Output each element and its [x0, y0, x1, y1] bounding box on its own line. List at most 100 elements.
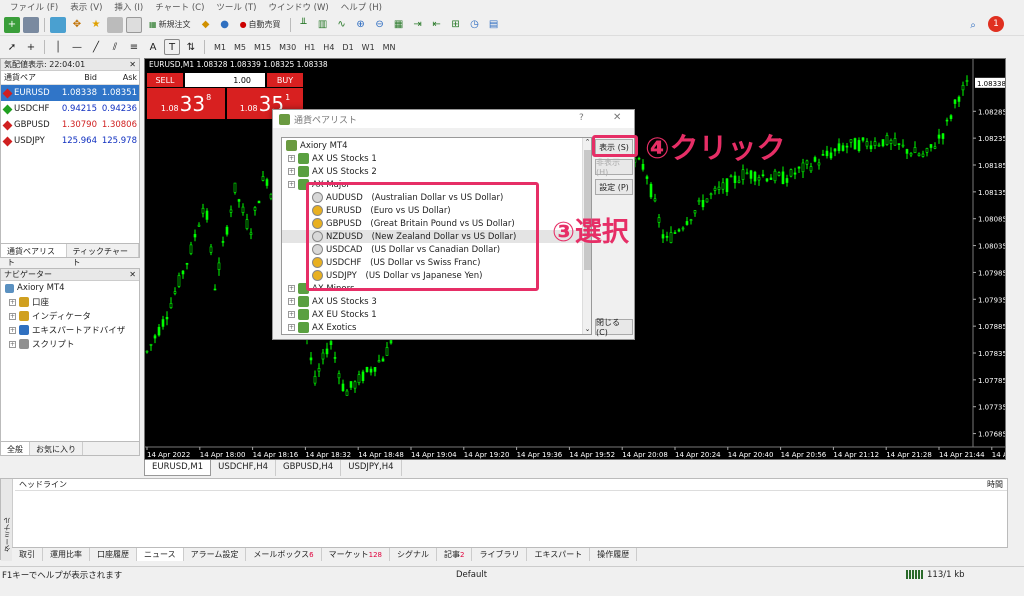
channel-icon[interactable]: ⫽	[107, 39, 123, 55]
horizontal-line-icon[interactable]: —	[69, 39, 85, 55]
metaeditor-icon[interactable]: ◆	[198, 17, 214, 33]
chart-tab[interactable]: GBPUSD,H4	[276, 460, 341, 476]
expand-icon[interactable]: +	[288, 324, 295, 331]
timeframe-M15[interactable]: M15	[250, 39, 275, 55]
tree-root[interactable]: Axiory MT4	[282, 139, 591, 152]
cursor-icon[interactable]: ➚	[4, 39, 20, 55]
timeframe-M1[interactable]: M1	[210, 39, 230, 55]
buy-button[interactable]: BUY	[267, 73, 303, 87]
close-icon[interactable]: ✕	[129, 60, 136, 69]
crosshair-icon[interactable]: +	[23, 39, 39, 55]
volume-field[interactable]: 1.00	[185, 73, 265, 87]
scroll-down-icon[interactable]: ⌄	[583, 325, 592, 333]
navigator-item[interactable]: +インディケータ	[1, 309, 139, 323]
expand-icon[interactable]: +	[9, 341, 16, 348]
chart-shift-icon[interactable]: ⇤	[429, 17, 445, 33]
menu-item[interactable]: 挿入 (I)	[108, 1, 149, 13]
col-symbol[interactable]: 通貨ペア	[1, 72, 61, 83]
data-window-icon[interactable]: ✥	[69, 17, 85, 33]
tree-group[interactable]: +AX Exotics	[282, 321, 591, 334]
navigator-item[interactable]: +スクリプト	[1, 337, 139, 351]
tree-group[interactable]: +AX US Stocks 3	[282, 295, 591, 308]
tree-group[interactable]: +AX EU Stocks 1	[282, 308, 591, 321]
terminal-tab[interactable]: 記事2	[437, 548, 472, 561]
tester-icon[interactable]	[126, 17, 142, 33]
sell-button[interactable]: SELL	[147, 73, 183, 87]
timeframe-M5[interactable]: M5	[230, 39, 250, 55]
terminal-tab[interactable]: シグナル	[390, 548, 437, 561]
col-headline[interactable]: ヘッドライン	[19, 479, 67, 490]
chart-tab[interactable]: USDJPY,H4	[341, 460, 401, 476]
text-tool[interactable]: A	[145, 39, 161, 55]
terminal-tab[interactable]: 口座履歴	[90, 548, 137, 561]
zoom-in-icon[interactable]: ⊕	[353, 17, 369, 33]
market-watch-icon[interactable]	[50, 17, 66, 33]
expand-icon[interactable]: +	[288, 285, 295, 292]
timeframe-M30[interactable]: M30	[275, 39, 300, 55]
terminal-tab[interactable]: メールボックス6	[246, 548, 321, 561]
vertical-line-icon[interactable]: │	[50, 39, 66, 55]
menu-item[interactable]: チャート (C)	[149, 1, 210, 13]
expand-icon[interactable]: +	[9, 327, 16, 334]
market-row[interactable]: USDCHF0.942150.94236	[1, 101, 139, 117]
notifications-badge[interactable]: 1	[988, 16, 1004, 32]
line-chart-icon[interactable]: ∿	[334, 17, 350, 33]
terminal-tab[interactable]: エキスパート	[527, 548, 590, 561]
navigator-root[interactable]: Axiory MT4	[1, 281, 139, 295]
tab-tick-chart[interactable]: ティックチャート	[67, 244, 140, 257]
hide-button[interactable]: 非表示 (H)	[595, 159, 633, 175]
navigator-icon[interactable]: ★	[88, 17, 104, 33]
search-icon[interactable]: ⌕	[965, 17, 981, 33]
timeframe-H1[interactable]: H1	[300, 39, 319, 55]
tile-windows-icon[interactable]: ▦	[391, 17, 407, 33]
terminal-tab[interactable]: アラーム設定	[184, 548, 247, 561]
new-chart-icon[interactable]: +	[4, 17, 20, 33]
col-bid[interactable]: Bid	[61, 73, 99, 82]
expand-icon[interactable]: +	[288, 155, 295, 162]
tab-favorites[interactable]: お気に入り	[30, 442, 83, 455]
terminal-tab[interactable]: 操作履歴	[590, 548, 637, 561]
market-row[interactable]: USDJPY125.964125.978	[1, 133, 139, 149]
close-button[interactable]: 閉じる (C)	[595, 319, 633, 335]
terminal-tab[interactable]: 運用比率	[43, 548, 90, 561]
menu-item[interactable]: ウインドウ (W)	[262, 1, 334, 13]
terminal-tab[interactable]: ニュース	[137, 548, 184, 561]
menu-item[interactable]: 表示 (V)	[64, 1, 108, 13]
expand-icon[interactable]: +	[288, 311, 295, 318]
expand-icon[interactable]: +	[288, 181, 295, 188]
tree-group[interactable]: +AX US Stocks 2	[282, 165, 591, 178]
chart-tab[interactable]: EURUSD,M1	[144, 460, 211, 476]
profiles-icon[interactable]	[23, 17, 39, 33]
text-label-tool[interactable]: T	[164, 39, 180, 55]
chart-tab[interactable]: USDCHF,H4	[211, 460, 276, 476]
terminal-icon[interactable]	[107, 17, 123, 33]
properties-button[interactable]: 設定 (P)	[595, 179, 633, 195]
terminal-tab[interactable]: 取引	[12, 548, 43, 561]
tab-general[interactable]: 全般	[1, 442, 30, 455]
expand-icon[interactable]: +	[288, 168, 295, 175]
arrows-icon[interactable]: ⇅	[183, 39, 199, 55]
terminal-tab[interactable]: マーケット128	[322, 548, 390, 561]
col-ask[interactable]: Ask	[99, 73, 139, 82]
bar-chart-icon[interactable]: ╨	[296, 17, 312, 33]
community-icon[interactable]: ●	[217, 17, 233, 33]
periods-icon[interactable]: ◷	[467, 17, 483, 33]
help-button[interactable]: ?	[579, 113, 584, 123]
timeframe-D1[interactable]: D1	[338, 39, 357, 55]
expand-icon[interactable]: +	[9, 313, 16, 320]
timeframe-W1[interactable]: W1	[358, 39, 379, 55]
zoom-out-icon[interactable]: ⊖	[372, 17, 388, 33]
navigator-item[interactable]: +口座	[1, 295, 139, 309]
col-time[interactable]: 時間	[987, 479, 1003, 490]
indicators-icon[interactable]: ⊞	[448, 17, 464, 33]
templates-icon[interactable]: ▤	[486, 17, 502, 33]
fibonacci-icon[interactable]: ≡	[126, 39, 142, 55]
timeframe-H4[interactable]: H4	[319, 39, 338, 55]
expand-icon[interactable]: +	[288, 298, 295, 305]
sell-price[interactable]: 1.08 33 8	[147, 88, 225, 119]
navigator-item[interactable]: +エキスパートアドバイザ	[1, 323, 139, 337]
tab-symbols[interactable]: 通貨ペアリスト	[1, 244, 67, 257]
candle-chart-icon[interactable]: ▥	[315, 17, 331, 33]
menu-item[interactable]: ヘルプ (H)	[335, 1, 388, 13]
new-order-button[interactable]: ▦新規注文	[145, 17, 195, 33]
